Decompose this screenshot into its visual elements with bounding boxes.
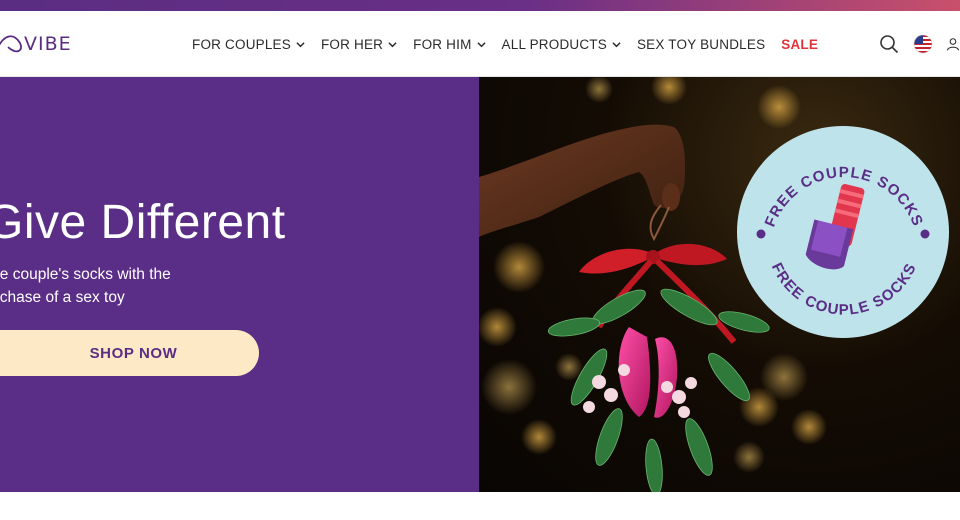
site-header: VIBE FOR COUPLES FOR HER FOR HIM ALL PRO… [0,11,960,77]
chevron-down-icon [296,41,305,47]
hero-banner: Give Different ree couple's socks with t… [0,77,960,492]
nav-label: FOR COUPLES [192,36,291,52]
badge-text-layer: FREE COUPLE SOCKS FREE COUPLE SOCKS [762,164,927,318]
svg-text:FREE COUPLE SOCKS: FREE COUPLE SOCKS [762,164,927,229]
header-icons [866,33,960,55]
nav-label: SEX TOY BUNDLES [636,36,766,52]
nav-label: FOR HER [320,36,384,52]
chevron-down-icon [388,41,397,47]
search-icon[interactable] [878,33,900,55]
us-flag-icon[interactable] [912,33,934,55]
nav-item-sale[interactable]: SALE [781,37,818,52]
nav-item-sex-toy-bundles[interactable]: SEX TOY BUNDLES [637,37,765,52]
shop-now-label: SHOP NOW [89,344,178,362]
shop-now-button[interactable]: SHOP NOW [0,330,259,376]
svg-text:FREE COUPLE SOCKS: FREE COUPLE SOCKS [768,260,920,318]
hero-text-panel: Give Different ree couple's socks with t… [0,77,479,492]
nav-item-for-him[interactable]: FOR HIM [413,36,486,52]
chevron-down-icon [476,41,486,47]
chevron-down-icon [612,41,621,47]
brand-logo[interactable]: VIBE [0,29,72,59]
hero-subtitle-line1: ree couple's socks with the [0,266,171,283]
hero-image[interactable]: FREE COUPLE SOCKS FREE COUPLE SOCKS [479,77,960,492]
badge-text-bottom: FREE COUPLE SOCKS [768,260,919,318]
nav-label: ALL PRODUCTS [501,36,607,52]
nav-label: SALE [781,36,819,52]
nav-item-all-products[interactable]: ALL PRODUCTS [502,37,621,52]
hero-subtitle: ree couple's socks with the urchase of a… [0,263,246,309]
page-content-gap [0,492,960,520]
logo-text: VIBE [24,33,72,55]
nav-item-for-her[interactable]: FOR HER [321,37,397,52]
nav-item-for-couples[interactable]: FOR COUPLES [192,37,305,52]
nav-label: FOR HIM [413,36,472,52]
main-nav: FOR COUPLES FOR HER FOR HIM ALL PRODUCTS… [192,11,834,77]
promo-strip [0,0,960,11]
hero-title: Give Different [0,196,286,249]
account-icon[interactable] [946,33,960,55]
badge-text-top: FREE COUPLE SOCKS [762,164,926,229]
hero-subtitle-line2: urchase of a sex toy [0,289,125,306]
